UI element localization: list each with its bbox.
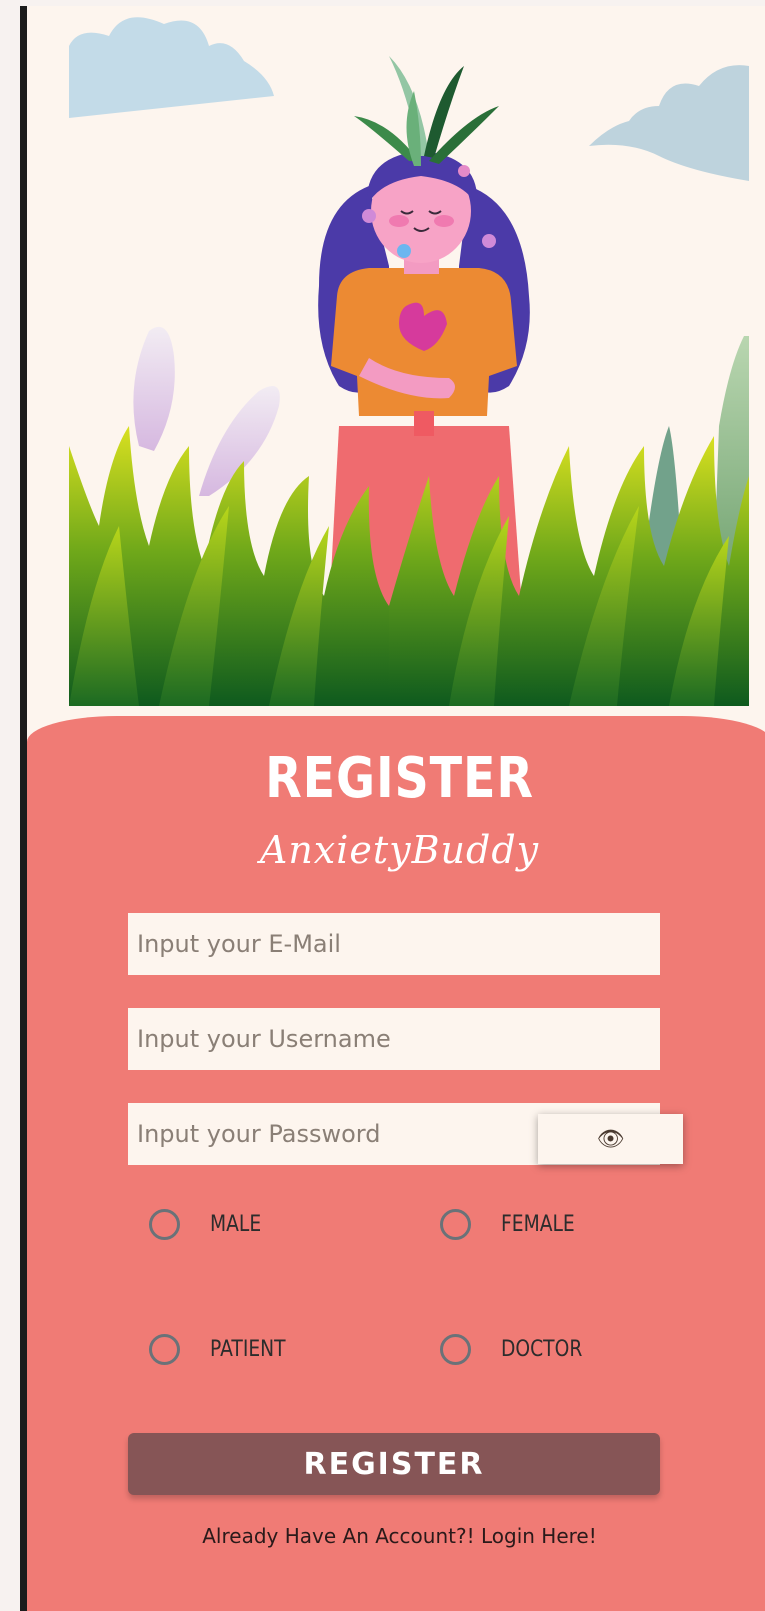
eye-icon: 👁 <box>596 1126 625 1151</box>
radio-circle[interactable] <box>149 1209 180 1240</box>
radio-doctor[interactable]: DOCTOR <box>440 1334 597 1365</box>
leaves-icon <box>354 56 499 166</box>
email-field[interactable] <box>128 913 660 975</box>
app-screen: REGISTER AnxietyBuddy 👁 MALE FEMALE PATI… <box>20 6 765 1611</box>
page-title: REGISTER <box>265 746 534 811</box>
login-link[interactable]: Already Have An Account?! Login Here! <box>27 1524 765 1548</box>
radio-female[interactable]: FEMALE <box>440 1209 588 1240</box>
radio-male[interactable]: MALE <box>149 1209 270 1240</box>
radio-patient[interactable]: PATIENT <box>149 1334 299 1365</box>
cloud-right <box>589 65 749 181</box>
username-field[interactable] <box>128 1008 660 1070</box>
radio-label-patient: PATIENT <box>210 1337 286 1362</box>
radio-circle[interactable] <box>440 1209 471 1240</box>
register-panel: REGISTER AnxietyBuddy 👁 MALE FEMALE PATI… <box>27 716 765 1611</box>
radio-circle[interactable] <box>149 1334 180 1365</box>
cloud-left <box>69 17 274 118</box>
app-name: AnxietyBuddy <box>259 828 540 872</box>
register-button[interactable]: REGISTER <box>128 1433 660 1495</box>
radio-label-doctor: DOCTOR <box>501 1337 583 1362</box>
hero-illustration <box>69 17 749 706</box>
radio-label-male: MALE <box>210 1212 262 1237</box>
show-password-button[interactable]: 👁 <box>538 1114 683 1164</box>
radio-label-female: FEMALE <box>501 1212 575 1237</box>
radio-circle[interactable] <box>440 1334 471 1365</box>
